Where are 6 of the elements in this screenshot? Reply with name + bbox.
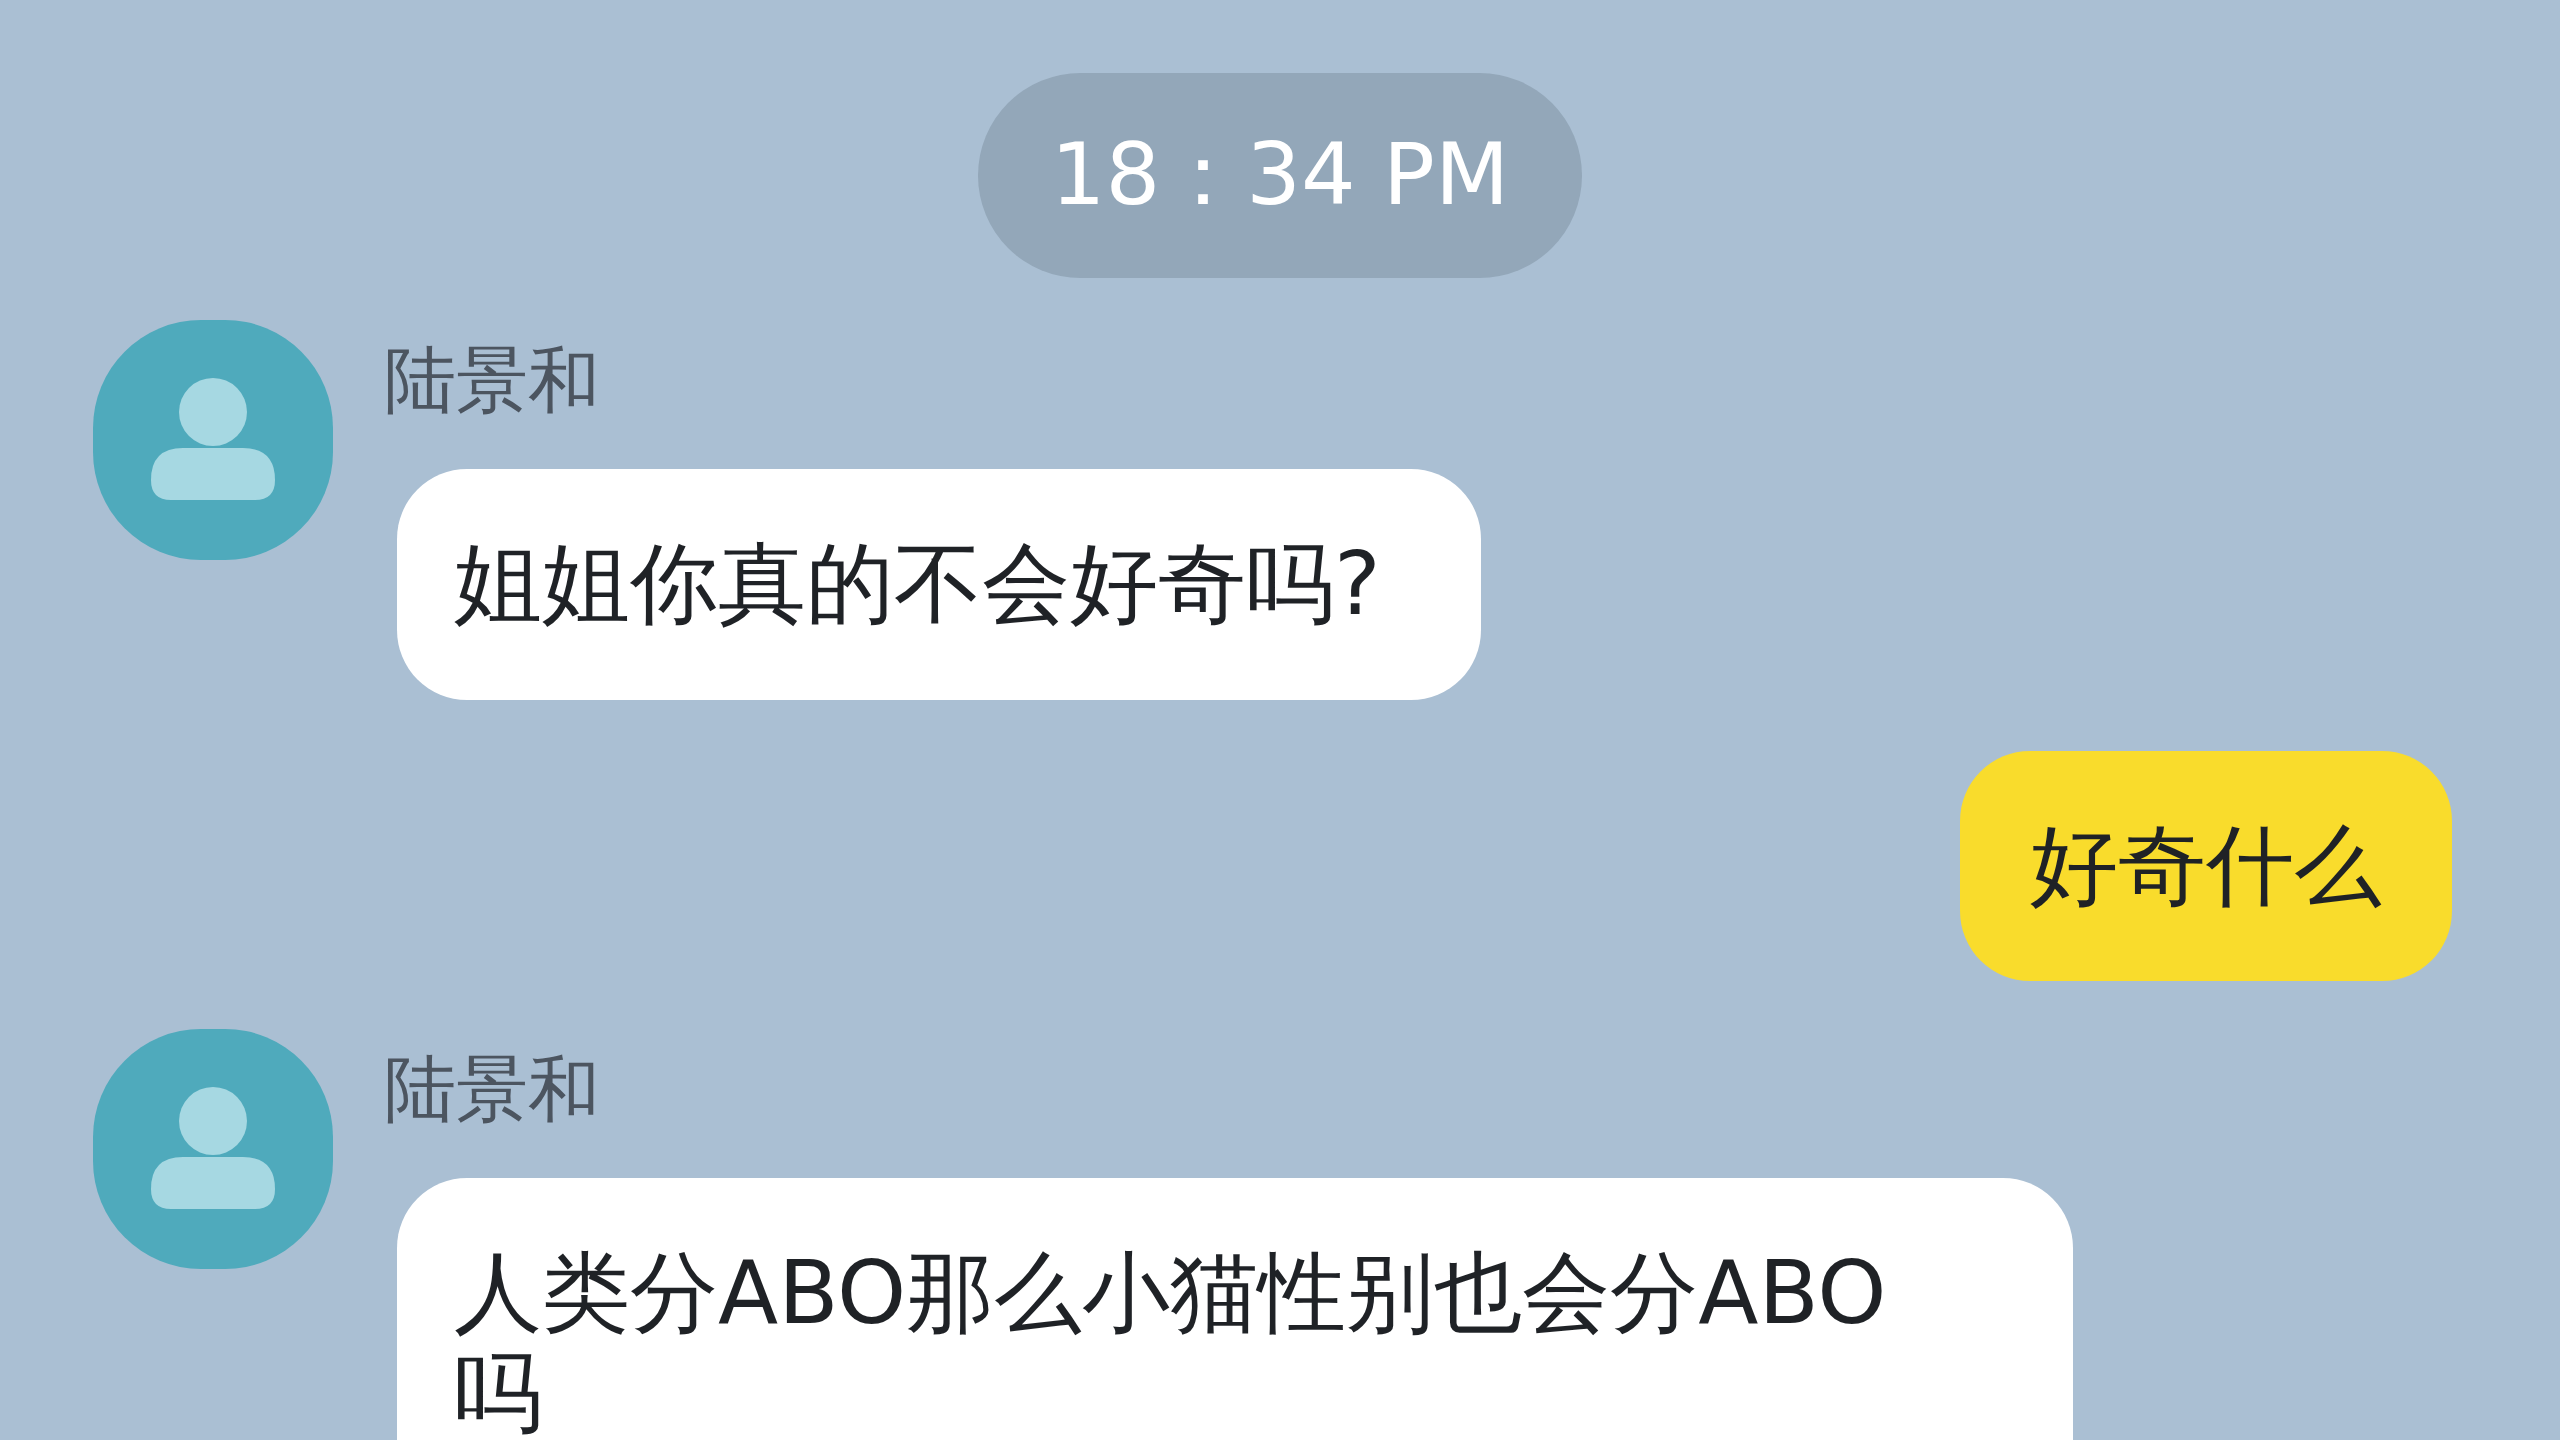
timestamp: 18：34 PM bbox=[978, 73, 1582, 278]
sender-name: 陆景和 bbox=[384, 1046, 600, 1133]
message-bubble: 人类分ABO那么小猫性别也会分ABO吗 bbox=[397, 1178, 2073, 1440]
message-bubble: 姐姐你真的不会好奇吗? bbox=[397, 469, 1481, 700]
message-bubble: 好奇什么 bbox=[1960, 751, 2452, 981]
sender-name: 陆景和 bbox=[384, 337, 600, 424]
